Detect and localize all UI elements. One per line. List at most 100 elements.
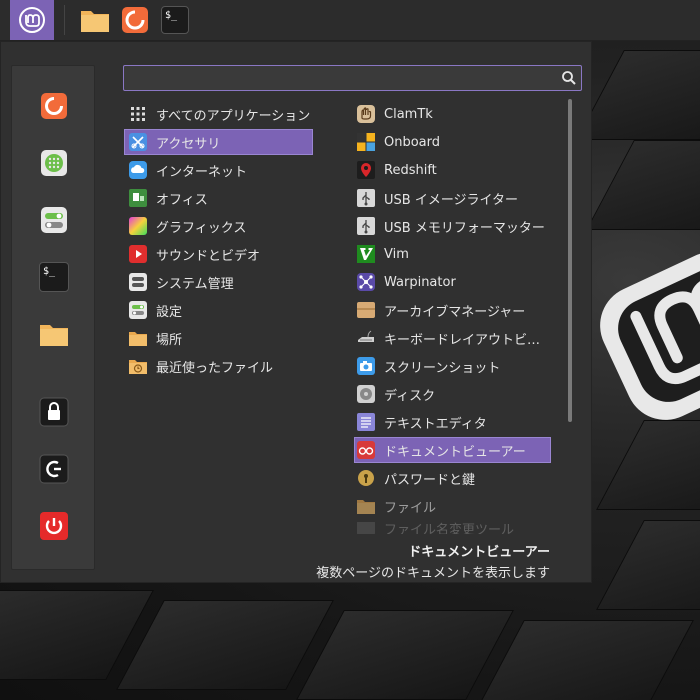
recent-folder-icon <box>129 357 147 375</box>
panel-launcher-terminal[interactable]: $_ <box>155 0 195 40</box>
sidebar-files-button[interactable] <box>38 318 70 350</box>
app-label: Vim <box>384 246 409 262</box>
app-label: キーボードレイアウトビ… <box>384 332 541 348</box>
app-label: USB メモリフォーマッター <box>384 220 545 236</box>
app-label: ファイル <box>384 500 437 516</box>
search-input[interactable] <box>124 66 581 90</box>
app-rename-tool[interactable]: ファイル名変更ツール <box>354 521 551 535</box>
app-usb-image-writer[interactable]: USB イメージライター <box>354 185 551 211</box>
terminal-icon: $_ <box>161 6 189 34</box>
usb-icon <box>357 217 375 235</box>
category-internet[interactable]: インターネット <box>124 157 313 183</box>
app-files[interactable]: ファイル <box>354 493 551 519</box>
sidebar-software-manager-button[interactable] <box>38 147 70 179</box>
selected-app-title: ドキュメントビューアー <box>408 545 550 560</box>
panel-launcher-files[interactable] <box>75 0 115 40</box>
folder-icon <box>357 497 375 515</box>
firefox-icon <box>41 93 67 119</box>
selected-app-description: 複数ページのドキュメントを表示します <box>316 566 550 581</box>
app-warpinator[interactable]: Warpinator <box>354 269 551 295</box>
app-archive-manager[interactable]: アーカイブマネージャー <box>354 297 551 323</box>
folder-icon <box>129 329 147 347</box>
app-text-editor[interactable]: テキストエディタ <box>354 409 551 435</box>
redshift-icon <box>357 161 375 179</box>
sidebar-lock-button[interactable] <box>38 396 70 428</box>
vim-icon <box>357 245 375 263</box>
document-viewer-icon <box>357 441 375 459</box>
firefox-icon <box>122 7 148 33</box>
category-recent-files[interactable]: 最近使ったファイル <box>124 353 313 379</box>
category-label: システム管理 <box>156 276 234 292</box>
app-label: アーカイブマネージャー <box>384 304 526 320</box>
category-administration[interactable]: システム管理 <box>124 269 313 295</box>
app-keyboard-layout-viewer[interactable]: キーボードレイアウトビ… <box>354 325 551 351</box>
folder-icon <box>40 325 68 346</box>
mint-logo-icon <box>19 7 45 33</box>
office-icon <box>129 189 147 207</box>
app-list-scrollbar[interactable] <box>568 99 572 422</box>
app-label: Onboard <box>384 134 441 150</box>
app-onboard[interactable]: Onboard <box>354 129 551 155</box>
app-disks[interactable]: ディスク <box>354 381 551 407</box>
app-screenshot[interactable]: スクリーンショット <box>354 353 551 379</box>
disk-icon <box>357 385 375 403</box>
category-label: 設定 <box>156 304 183 320</box>
category-label: サウンドとビデオ <box>156 248 261 264</box>
search-icon[interactable] <box>561 70 577 86</box>
system-icon <box>129 273 147 291</box>
usb-icon <box>357 189 375 207</box>
sidebar-terminal-button[interactable]: $_ <box>38 261 70 293</box>
category-sound-video[interactable]: サウンドとビデオ <box>124 241 313 267</box>
sidebar-power-button[interactable] <box>38 510 70 542</box>
keyboard-icon <box>357 329 375 347</box>
category-label: 最近使ったファイル <box>156 360 274 376</box>
search-box[interactable] <box>123 65 582 91</box>
category-places[interactable]: 場所 <box>124 325 313 351</box>
accessories-icon <box>129 133 147 151</box>
menu-button[interactable] <box>10 0 54 40</box>
category-label: インターネット <box>156 164 248 180</box>
app-label: ドキュメントビューアー <box>384 444 526 460</box>
sidebar-firefox-button[interactable] <box>38 90 70 122</box>
app-label: テキストエディタ <box>384 416 487 432</box>
password-icon <box>357 469 375 487</box>
category-label: すべてのアプリケーション <box>156 108 311 124</box>
grid-icon <box>129 105 147 123</box>
app-label: スクリーンショット <box>384 360 501 376</box>
category-label: アクセサリ <box>156 136 221 152</box>
onboard-icon <box>357 133 375 151</box>
power-icon <box>40 512 68 540</box>
sidebar-settings-button[interactable] <box>38 204 70 236</box>
clamtk-icon <box>357 105 375 123</box>
application-menu: $_ すべてのアプリケーション アクセサリ インターネット オフィス グラフィッ… <box>0 41 592 583</box>
app-label: ディスク <box>384 388 436 404</box>
settings-toggle-icon <box>41 207 67 233</box>
category-preferences[interactable]: 設定 <box>124 297 313 323</box>
app-usb-stick-formatter[interactable]: USB メモリフォーマッター <box>354 213 551 239</box>
category-label: グラフィックス <box>156 220 247 236</box>
camera-icon <box>357 357 375 375</box>
app-label: パスワードと鍵 <box>384 472 476 488</box>
lock-icon <box>39 397 69 427</box>
category-label: 場所 <box>156 332 183 348</box>
warpinator-icon <box>357 273 375 291</box>
text-editor-icon <box>357 413 375 431</box>
sidebar-logout-button[interactable] <box>38 453 70 485</box>
logout-icon <box>39 454 69 484</box>
app-document-viewer[interactable]: ドキュメントビューアー <box>354 437 551 463</box>
app-redshift[interactable]: Redshift <box>354 157 551 183</box>
category-office[interactable]: オフィス <box>124 185 313 211</box>
category-label: オフィス <box>156 192 208 208</box>
app-label: ClamTk <box>384 106 433 122</box>
app-clamtk[interactable]: ClamTk <box>354 101 551 127</box>
panel-separator <box>64 5 65 35</box>
archive-icon <box>357 301 375 319</box>
app-vim[interactable]: Vim <box>354 241 551 267</box>
app-passwords-and-keys[interactable]: パスワードと鍵 <box>354 465 551 491</box>
category-graphics[interactable]: グラフィックス <box>124 213 313 239</box>
top-panel: $_ <box>0 0 700 41</box>
panel-launcher-firefox[interactable] <box>115 0 155 40</box>
category-accessories[interactable]: アクセサリ <box>124 129 313 155</box>
play-icon <box>129 245 147 263</box>
category-all-applications[interactable]: すべてのアプリケーション <box>124 101 313 127</box>
